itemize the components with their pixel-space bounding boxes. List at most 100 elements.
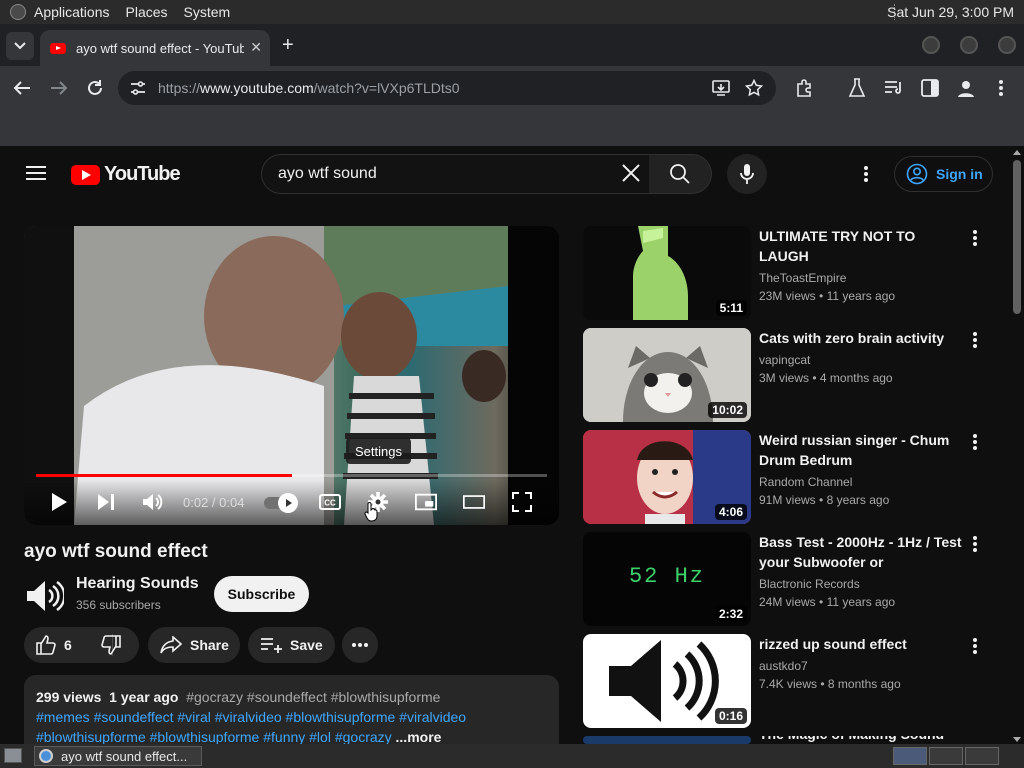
tab-search-button[interactable]: [6, 32, 34, 60]
recommendation-item-partial[interactable]: The Magic of Making Sound: [583, 736, 1003, 744]
recommendation-item[interactable]: 4:06 Weird russian singer - Chum Drum Be…: [583, 430, 1003, 526]
recommendation-title[interactable]: Weird russian singer - Chum Drum Bedrum: [759, 430, 965, 470]
video-player[interactable]: 0:02 / 0:04 CC: [24, 226, 559, 525]
vertical-dots-icon: [973, 230, 977, 246]
bookmark-star-icon[interactable]: [745, 79, 763, 97]
side-panel-icon[interactable]: [921, 79, 939, 97]
applications-menu[interactable]: Applications: [34, 4, 110, 20]
address-bar[interactable]: https://www.youtube.com/watch?v=lVXp6TLD…: [118, 71, 776, 105]
recommendation-title[interactable]: ULTIMATE TRY NOT TO LAUGH TEST!|TheToast…: [759, 226, 965, 266]
recommendation-menu-button[interactable]: [967, 534, 983, 554]
thumbs-up-icon[interactable]: [36, 635, 56, 655]
video-thumbnail[interactable]: [583, 736, 751, 744]
youtube-logo[interactable]: YouTube: [71, 163, 181, 186]
show-more-link[interactable]: ...more: [396, 729, 442, 745]
more-actions-button[interactable]: [342, 627, 378, 663]
guide-menu-icon[interactable]: [26, 166, 46, 180]
autoplay-toggle[interactable]: [264, 493, 298, 513]
recommendation-channel[interactable]: vapingcat: [759, 353, 810, 367]
clock[interactable]: Sat Jun 29, 3:00 PM: [887, 4, 1014, 20]
media-queue-icon[interactable]: [884, 79, 904, 97]
settings-more-button[interactable]: [856, 164, 876, 184]
minimize-window-button[interactable]: [922, 36, 940, 54]
recommendation-channel[interactable]: Random Channel: [759, 475, 852, 489]
recommendation-menu-button[interactable]: [967, 228, 983, 248]
workspace-3[interactable]: [965, 747, 999, 765]
thumbs-down-icon[interactable]: [101, 635, 121, 655]
show-desktop-icon[interactable]: [4, 748, 22, 763]
back-arrow-icon[interactable]: [13, 80, 31, 96]
scroll-down-arrow-icon[interactable]: [1013, 737, 1021, 742]
video-thumbnail[interactable]: 4:06: [583, 430, 751, 524]
recommendation-item[interactable]: 5:11 ULTIMATE TRY NOT TO LAUGH TEST!|The…: [583, 226, 1003, 322]
profile-icon[interactable]: [956, 78, 976, 98]
recommendation-item[interactable]: 52 Hz 2:32 Bass Test - 2000Hz - 1Hz / Te…: [583, 532, 1003, 628]
install-app-icon[interactable]: [712, 80, 730, 96]
like-count[interactable]: 6: [64, 637, 72, 653]
description-hashtags-line3[interactable]: #blowthisupforme #blowthisupforme #funny…: [36, 729, 392, 745]
subscribe-button[interactable]: Subscribe: [214, 576, 309, 612]
search-input[interactable]: ayo wtf sound: [261, 154, 650, 194]
progress-bar[interactable]: [36, 474, 547, 477]
video-thumbnail[interactable]: 5:11: [583, 226, 751, 320]
cc-label: CC: [324, 499, 336, 508]
scrollbar-thumb[interactable]: [1013, 160, 1021, 314]
recommendation-title[interactable]: Bass Test - 2000Hz - 1Hz / Test your Sub…: [759, 532, 965, 572]
browser-toolbar: https://www.youtube.com/watch?v=lVXp6TLD…: [0, 66, 1024, 110]
labs-flask-icon[interactable]: [848, 78, 866, 98]
page-scrollbar[interactable]: [1010, 146, 1024, 744]
workspace-2[interactable]: [929, 747, 963, 765]
tab-close-icon[interactable]: ✕: [250, 39, 262, 56]
maximize-window-button[interactable]: [960, 36, 978, 54]
video-thumbnail[interactable]: 0:16: [583, 634, 751, 728]
recommendation-item[interactable]: 0:16 rizzed up sound effect austkdo7 7.4…: [583, 634, 1003, 730]
recommendation-title[interactable]: rizzed up sound effect: [759, 634, 965, 654]
mute-button[interactable]: [142, 491, 164, 513]
description-hashtags-line2[interactable]: #memes #soundeffect #viral #viralvideo #…: [36, 707, 547, 727]
recommendation-channel[interactable]: Blactronic Records: [759, 577, 860, 591]
miniplayer-button[interactable]: [415, 491, 437, 513]
close-window-button[interactable]: [998, 36, 1016, 54]
recommendation-title[interactable]: Cats with zero brain activity: [759, 328, 965, 348]
reload-icon[interactable]: [86, 79, 104, 97]
sign-in-button[interactable]: Sign in: [894, 156, 993, 192]
os-logo-icon[interactable]: [10, 4, 26, 20]
recommendation-channel[interactable]: TheToastEmpire: [759, 271, 846, 285]
places-menu[interactable]: Places: [126, 4, 168, 20]
theater-mode-button[interactable]: [463, 491, 485, 513]
save-label: Save: [290, 637, 323, 653]
thumbnail-frequency-text: 52 Hz: [628, 564, 705, 589]
video-duration: 0:16: [714, 708, 747, 724]
workspace-1[interactable]: [893, 747, 927, 765]
channel-name[interactable]: Hearing Sounds: [76, 575, 199, 593]
play-button[interactable]: [48, 491, 70, 513]
search-button[interactable]: [649, 154, 712, 194]
channel-avatar-speaker-icon[interactable]: [24, 576, 64, 616]
description-hashtags-inline[interactable]: #gocrazy #soundeffect #blowthisupforme: [186, 689, 440, 705]
new-tab-button[interactable]: +: [282, 34, 294, 57]
next-button[interactable]: [95, 491, 117, 513]
subtitles-button[interactable]: CC: [319, 491, 341, 513]
forward-arrow-icon[interactable]: [50, 80, 68, 96]
save-button[interactable]: Save: [248, 627, 335, 663]
recommendation-menu-button[interactable]: [967, 330, 983, 350]
site-info-icon[interactable]: [130, 81, 146, 95]
taskbar-window-button[interactable]: ayo wtf sound effect...: [34, 746, 202, 766]
recommendation-menu-button[interactable]: [967, 636, 983, 656]
video-thumbnail[interactable]: 52 Hz 2:32: [583, 532, 751, 626]
description-box[interactable]: 299 views 1 year ago #gocrazy #soundeffe…: [24, 675, 559, 755]
system-menu[interactable]: System: [184, 4, 231, 20]
chrome-menu-icon[interactable]: [998, 79, 1004, 97]
voice-search-button[interactable]: [727, 154, 767, 194]
recommendation-menu-button[interactable]: [967, 432, 983, 452]
fullscreen-button[interactable]: [511, 491, 533, 513]
scroll-up-arrow-icon[interactable]: [1013, 150, 1021, 155]
tab-youtube[interactable]: ayo wtf sound effect - YouTube ✕: [40, 30, 270, 66]
share-button[interactable]: Share: [148, 627, 240, 663]
recommendation-channel[interactable]: austkdo7: [759, 659, 808, 673]
recommendation-item[interactable]: 10:02 Cats with zero brain activity vapi…: [583, 328, 1003, 424]
video-thumbnail[interactable]: 10:02: [583, 328, 751, 422]
extensions-icon[interactable]: [795, 78, 815, 98]
recommendation-title[interactable]: The Magic of Making Sound: [759, 736, 965, 744]
clear-search-icon[interactable]: [618, 160, 644, 186]
